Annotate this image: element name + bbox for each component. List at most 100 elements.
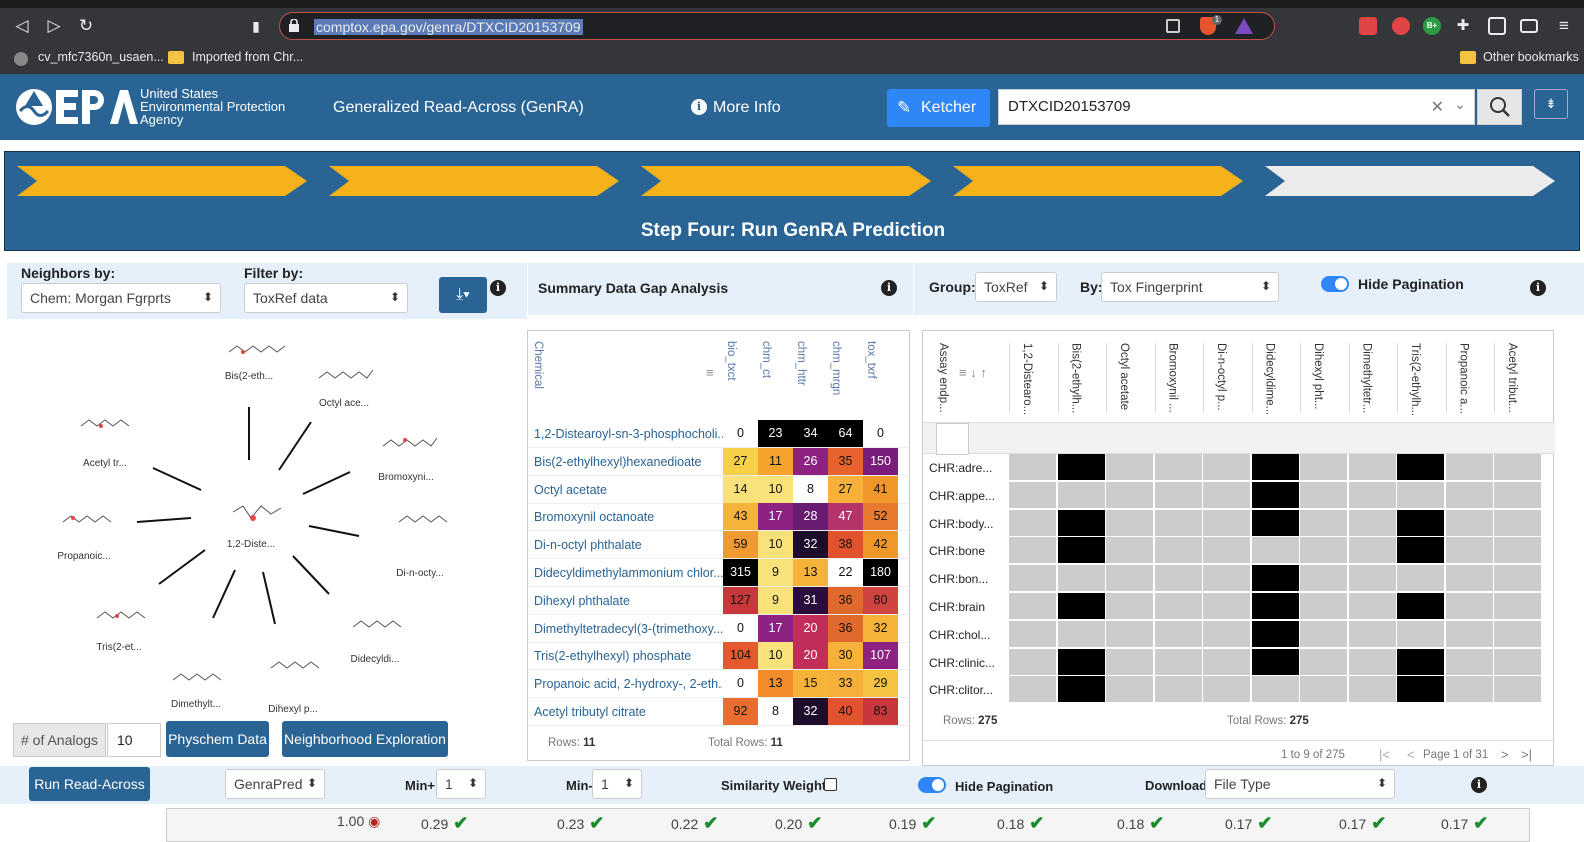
neighbors-select[interactable]: Chem: Morgan Fgrprts (21, 283, 221, 313)
graph-node[interactable]: Di-n-octy... (375, 568, 465, 579)
chemical-name[interactable]: Bromoxynil octanoate (534, 510, 724, 524)
download-select[interactable]: File Type (1205, 769, 1395, 799)
table-row[interactable]: Dimethyltetradecyl(3-(trimethoxy... 0 17 20… (528, 614, 909, 643)
table-row[interactable]: Didecyldimethylammonium chlor... 315 9 13 22… (528, 559, 909, 587)
collapse-icon[interactable]: ⇟ (1534, 89, 1568, 119)
pocket-icon[interactable] (1392, 17, 1410, 35)
column-header[interactable]: Assay endp... (937, 343, 949, 413)
info-icon[interactable]: i (490, 280, 506, 296)
column-menu-icon[interactable]: ≡ (706, 365, 714, 380)
run-readacross-button[interactable]: Run Read-Across (29, 767, 150, 801)
bookmark-icon[interactable]: ▮ (244, 14, 268, 38)
qr-icon[interactable] (1166, 19, 1180, 33)
min-minus-select[interactable]: 1 (592, 769, 642, 799)
table-row[interactable]: 1,2-Distearoyl-sn-3-phosphocholi... 0 23 34… (528, 420, 909, 448)
chemical-name[interactable]: Dimethyltetradecyl(3-(trimethoxy... (534, 622, 724, 636)
address-bar[interactable]: comptox.epa.gov/genra/DTXCID20153709 1 (279, 12, 1275, 40)
neighborhood-button[interactable]: Neighborhood Exploration (282, 721, 448, 757)
reload-icon[interactable]: ↻ (74, 14, 98, 38)
step-arrow[interactable] (329, 166, 619, 196)
column-header[interactable]: Dimethyltetr... (1361, 343, 1373, 417)
bookmark-folder[interactable]: Imported from Chr... (192, 50, 303, 64)
table-row[interactable]: Propanoic acid, 2-hydroxy-, 2-eth... 0 13 1… (528, 670, 909, 699)
assay-label[interactable]: CHR:bon... (929, 572, 988, 586)
table-row[interactable]: Octyl acetate 14 10 8 27 41 (528, 475, 909, 504)
assay-label[interactable]: CHR:brain (929, 600, 985, 614)
chevron-down-icon[interactable]: ⌄ (1454, 96, 1466, 113)
search-input[interactable]: DTXCID20153709 ✕ ⌄ (998, 89, 1475, 125)
graph-node[interactable]: Octyl ace... (299, 398, 389, 409)
more-info-link[interactable]: More Info (713, 99, 781, 117)
column-header[interactable]: Acetyl tribut... (1506, 343, 1518, 417)
sidebar-icon[interactable] (1488, 17, 1506, 35)
step-arrow[interactable] (953, 166, 1243, 196)
graph-node[interactable]: Dihexyl p... (248, 704, 338, 715)
column-header[interactable]: Propanoic a... (1458, 343, 1470, 417)
hide-pagination-toggle[interactable] (918, 777, 946, 793)
column-header[interactable]: bio_txct (725, 341, 737, 381)
assay-label[interactable]: CHR:clitor... (929, 683, 993, 697)
column-header[interactable]: Bis(2-ethylh... (1070, 343, 1082, 417)
column-header[interactable]: chm_ct (760, 341, 772, 378)
chemical-name[interactable]: Tris(2-ethylhexyl) phosphate (534, 649, 724, 663)
table-row[interactable]: Bromoxynil octanoate 43 17 28 47 52 (528, 503, 909, 532)
info-icon[interactable]: i (1530, 280, 1546, 296)
graph-node[interactable]: Didecyldi... (330, 654, 420, 665)
info-icon[interactable]: i (1471, 777, 1487, 793)
assay-label[interactable]: CHR:body... (929, 517, 993, 531)
next-page-icon[interactable]: > (1501, 747, 1509, 762)
graph-node[interactable]: Acetyl tr... (60, 458, 150, 469)
table-row[interactable]: Tris(2-ethylhexyl) phosphate 104 10 20 30 107 (528, 642, 909, 671)
extension-icon[interactable] (1359, 17, 1377, 35)
column-header[interactable]: chm_httr (795, 341, 807, 386)
assay-label[interactable]: CHR:chol... (929, 628, 990, 642)
wallet-icon[interactable] (1520, 19, 1538, 33)
last-page-icon[interactable]: >| (1521, 747, 1532, 762)
puzzle-icon[interactable]: ✚ (1451, 14, 1475, 38)
column-header[interactable]: Octyl acetate (1118, 343, 1130, 417)
back-icon[interactable]: ◁ (10, 14, 34, 38)
filter-select[interactable]: ToxRef data (244, 283, 408, 313)
assay-label[interactable]: CHR:clinic... (929, 656, 995, 670)
app-title[interactable]: Generalized Read-Across (GenRA) (333, 99, 584, 117)
similarity-checkbox[interactable] (824, 778, 837, 791)
column-header[interactable]: Di-n-octyl p... (1215, 343, 1227, 417)
graph-node[interactable]: Bis(2-eth... (204, 371, 294, 382)
menu-icon[interactable]: ≡ (1552, 14, 1576, 38)
step-arrow[interactable] (17, 166, 307, 196)
assay-label[interactable]: CHR:adre... (929, 461, 992, 475)
forward-icon[interactable]: ▷ (42, 14, 66, 38)
column-header[interactable]: tox_txrf (865, 341, 877, 379)
step-arrow[interactable] (641, 166, 931, 196)
table-row[interactable]: Bis(2-ethylhexyl)hexanedioate 27 11 26 35 150 (528, 447, 909, 476)
group-select[interactable]: ToxRef (975, 272, 1057, 302)
assay-label[interactable]: CHR:appe... (929, 489, 995, 503)
ketcher-button[interactable]: ✎ Ketcher (887, 89, 990, 127)
by-select[interactable]: Tox Fingerprint (1101, 272, 1279, 302)
chemical-name[interactable]: Didecyldimethylammonium chlor... (534, 566, 724, 580)
step-arrow[interactable] (1265, 166, 1555, 196)
graph-node[interactable]: Tris(2-et... (74, 642, 164, 653)
chemical-name[interactable]: Propanoic acid, 2-hydroxy-, 2-eth... (534, 677, 724, 691)
graph-node[interactable]: Propanoic... (39, 551, 129, 562)
brave-rewards-icon[interactable] (1235, 18, 1253, 34)
analogs-input[interactable]: 10 (107, 723, 161, 757)
column-header[interactable]: Chemical (532, 341, 544, 389)
chemical-name[interactable]: Octyl acetate (534, 483, 724, 497)
epa-logo[interactable] (14, 84, 138, 130)
column-header[interactable]: Bromoxynil ... (1167, 343, 1179, 417)
chemical-name[interactable]: Di-n-octyl phthalate (534, 538, 724, 552)
table-row[interactable]: Dihexyl phthalate 127 9 31 36 80 (528, 586, 909, 615)
filter-input[interactable] (936, 423, 969, 455)
physchem-button[interactable]: Physchem Data (166, 721, 269, 757)
download-button[interactable]: ⤓▾ (439, 277, 487, 313)
column-header[interactable]: Dihexyl pht... (1312, 343, 1324, 417)
graph-node[interactable]: Dimethylt... (151, 699, 241, 710)
hide-pagination-toggle[interactable] (1321, 276, 1349, 292)
assay-label[interactable]: CHR:bone (929, 544, 985, 558)
min-plus-select[interactable]: 1 (436, 769, 486, 799)
graph-node[interactable]: Bromoxyni... (361, 472, 451, 483)
column-header[interactable]: chm_mrgn (830, 341, 842, 395)
chemical-name[interactable]: 1,2-Distearoyl-sn-3-phosphocholi... (534, 427, 724, 441)
column-header[interactable]: Didecyldime... (1264, 343, 1276, 417)
